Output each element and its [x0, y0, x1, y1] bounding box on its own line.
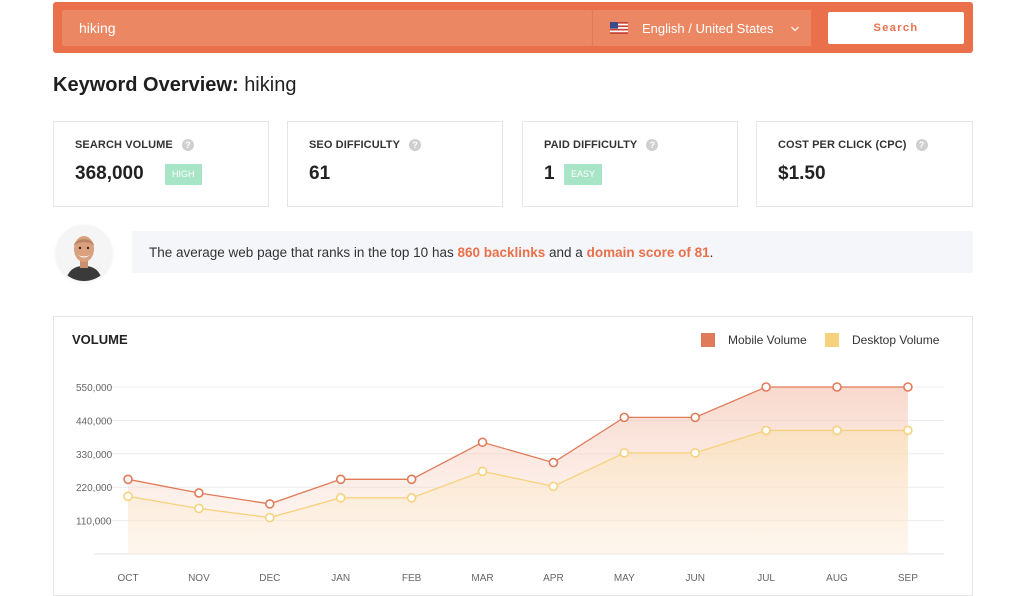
backlinks-info-banner: The average web page that ranks in the t…: [132, 231, 973, 273]
person-photo-icon: [56, 225, 112, 281]
y-tick-label: 220,000: [76, 483, 113, 494]
x-tick-label: AUG: [826, 573, 848, 584]
desktop-data-point[interactable]: [690, 448, 701, 458]
mobile-data-point[interactable]: [194, 488, 204, 498]
cpc-label: COST PER CLICK (CPC): [778, 139, 907, 151]
paid-difficulty-label: PAID DIFFICULTY: [544, 139, 638, 151]
mobile-data-point[interactable]: [761, 382, 771, 392]
volume-level-badge: HIGH: [165, 164, 202, 185]
mobile-data-point[interactable]: [123, 474, 133, 485]
cpc-card: COST PER CLICK (CPC) ? $1.50: [756, 121, 973, 207]
help-icon[interactable]: ?: [409, 139, 422, 151]
y-tick-label: 550,000: [76, 383, 113, 394]
seo-difficulty-label: SEO DIFFICULTY: [309, 139, 401, 151]
mobile-data-point[interactable]: [548, 457, 559, 468]
help-icon[interactable]: ?: [181, 139, 194, 151]
info-text: and a: [545, 244, 587, 260]
search-button[interactable]: Search: [828, 12, 964, 44]
desktop-data-point[interactable]: [832, 425, 842, 436]
x-tick-label: FEB: [402, 573, 422, 584]
info-text: .: [709, 244, 714, 260]
desktop-data-point[interactable]: [406, 493, 417, 503]
x-tick-label: OCT: [117, 573, 138, 584]
desktop-data-point[interactable]: [194, 503, 204, 514]
title-keyword: hiking: [244, 74, 297, 96]
mobile-data-point[interactable]: [690, 412, 701, 423]
avatar: [56, 225, 112, 281]
x-tick-label: SEP: [898, 573, 918, 584]
mobile-data-point[interactable]: [265, 499, 275, 509]
mobile-data-point[interactable]: [335, 474, 346, 485]
info-text: The average web page that ranks in the t…: [149, 244, 458, 260]
x-tick-label: JAN: [331, 573, 350, 584]
domain-score-highlight: domain score of 81: [586, 244, 710, 260]
desktop-data-point[interactable]: [335, 493, 346, 503]
volume-area-chart: 110,000 220,000 330,000 440,000 550,000 OCT N…: [76, 382, 944, 584]
page-title: Keyword Overview: hiking: [53, 74, 296, 97]
seo-difficulty-value: 61: [309, 163, 331, 184]
language-label: English / United States: [642, 20, 774, 36]
desktop-data-point[interactable]: [123, 491, 133, 502]
x-tick-label: MAR: [471, 573, 493, 584]
language-select[interactable]: English / United States: [592, 10, 811, 46]
x-tick-label: MAY: [614, 573, 635, 584]
keyword-search-input[interactable]: [62, 10, 592, 46]
desktop-data-point[interactable]: [548, 481, 559, 492]
backlinks-highlight: 860 backlinks: [457, 244, 546, 260]
difficulty-level-badge: EASY: [564, 164, 603, 185]
cpc-value: $1.50: [778, 163, 826, 184]
x-tick-label: APR: [543, 573, 564, 584]
chevron-down-icon: [791, 21, 799, 32]
x-tick-label: JUL: [757, 573, 775, 584]
desktop-data-point[interactable]: [903, 425, 913, 436]
x-tick-label: NOV: [188, 573, 210, 584]
search-volume-value: 368,000: [75, 163, 144, 184]
help-icon[interactable]: ?: [915, 139, 928, 151]
mobile-data-point[interactable]: [406, 474, 417, 485]
desktop-data-point[interactable]: [477, 466, 488, 477]
seo-difficulty-card: SEO DIFFICULTY ? 61: [287, 121, 503, 207]
mobile-data-point[interactable]: [619, 412, 630, 423]
y-tick-label: 440,000: [76, 416, 113, 427]
search-bar: English / United States Search: [53, 2, 973, 53]
desktop-data-point[interactable]: [619, 448, 630, 458]
x-tick-label: DEC: [259, 573, 280, 584]
y-tick-label: 110,000: [76, 517, 112, 528]
paid-difficulty-value: 1: [544, 163, 555, 184]
desktop-volume-area: [128, 430, 908, 554]
search-volume-card: SEARCH VOLUME ? 368,000 HIGH: [53, 121, 269, 207]
y-tick-label: 330,000: [76, 450, 113, 461]
mobile-data-point[interactable]: [477, 437, 488, 448]
us-flag-icon: [610, 22, 628, 34]
help-icon[interactable]: ?: [646, 139, 659, 151]
desktop-data-point[interactable]: [761, 425, 771, 436]
desktop-data-point[interactable]: [265, 512, 275, 523]
mobile-data-point[interactable]: [903, 382, 913, 392]
x-tick-label: JUN: [685, 573, 704, 584]
search-volume-label: SEARCH VOLUME: [75, 139, 173, 151]
volume-chart-card: VOLUME Mobile Volume Desktop Volume 110,…: [53, 316, 973, 596]
mobile-data-point[interactable]: [832, 382, 842, 392]
title-prefix: Keyword Overview:: [53, 74, 239, 96]
paid-difficulty-card: PAID DIFFICULTY ? 1 EASY: [522, 121, 738, 207]
